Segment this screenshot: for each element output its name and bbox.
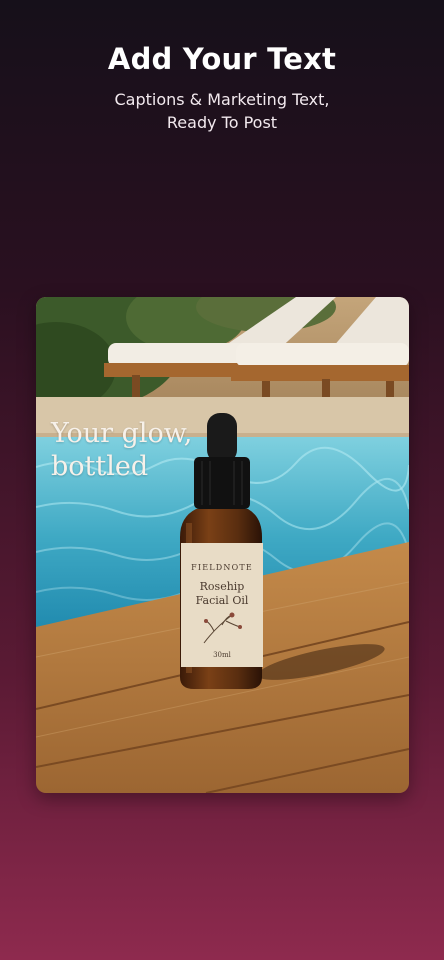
- product-label: FIELDNOTE Rosehip Facial Oil 30ml: [182, 543, 262, 667]
- caption-overlay-text: Your glow, bottled: [51, 417, 192, 483]
- product-volume: 30ml: [213, 651, 231, 659]
- subtitle-line-1: Captions & Marketing Text,: [114, 90, 330, 109]
- subtitle-line-2: Ready To Post: [166, 113, 278, 132]
- caption-line-2: bottled: [51, 451, 149, 482]
- caption-line-1: Your glow,: [51, 418, 193, 449]
- product-photo-preview: Your glow, bottled FIELDNOTE Rosehip Fac…: [36, 297, 409, 793]
- headline-title: Add Your Text: [107, 42, 337, 76]
- product-name-line-2: Facial Oil: [195, 594, 249, 607]
- product-name-line-1: Rosehip: [199, 580, 245, 593]
- headline-subtitle: Captions & Marketing Text, Ready To Post: [0, 88, 444, 134]
- brand-name: FIELDNOTE: [191, 563, 253, 572]
